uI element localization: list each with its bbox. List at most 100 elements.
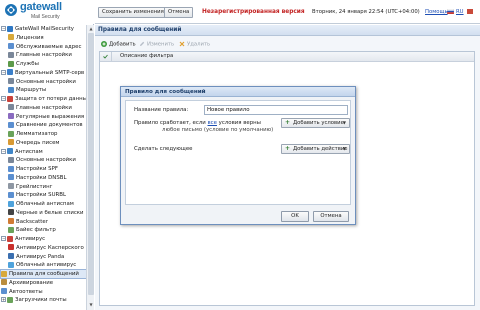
backscatter-icon bbox=[8, 218, 14, 224]
page-title: Правила для сообщений bbox=[95, 25, 480, 36]
collapse-icon[interactable]: − bbox=[1, 69, 6, 75]
cancel-button[interactable]: Отмена bbox=[164, 7, 194, 18]
sidebar-item[interactable]: Главные настройки bbox=[8, 51, 86, 59]
edit-rule-button[interactable]: Изменить bbox=[139, 41, 174, 49]
sidebar-item[interactable]: Настройки DNSBL bbox=[8, 174, 86, 182]
address-icon bbox=[8, 43, 14, 49]
save-changes-button[interactable]: Сохранить изменения bbox=[98, 7, 168, 18]
sidebar-item[interactable]: Грейлистинг bbox=[8, 183, 86, 191]
delete-rule-button[interactable]: Удалить bbox=[179, 41, 210, 49]
trigger-prefix: Правило сработает, если bbox=[134, 120, 208, 126]
logo-wordmark: gatewall bbox=[20, 1, 62, 13]
sidebar-item-label: Лемматизатор bbox=[16, 131, 58, 137]
sidebar-item[interactable]: Основные настройки bbox=[8, 156, 86, 164]
regex-icon bbox=[8, 113, 14, 119]
sidebar-item[interactable]: Антивирус Panda bbox=[8, 253, 86, 261]
sidebar-item-label: Загрузчики почты bbox=[15, 297, 67, 304]
routes-icon bbox=[8, 86, 14, 93]
sidebar-item-label: Антивирус bbox=[15, 236, 46, 242]
trigger-mode-link[interactable]: все bbox=[208, 120, 217, 126]
collapse-icon[interactable]: − bbox=[1, 26, 6, 31]
datetime-label: Вторник, 24 января 22:54 (UTC+04:00) bbox=[312, 9, 420, 15]
rule-name-label: Название правила: bbox=[134, 107, 189, 113]
sidebar-item[interactable]: − Виртуальный SMTP-серв bbox=[1, 69, 86, 77]
settings-icon bbox=[8, 51, 14, 58]
sidebar-item[interactable]: Автоответы bbox=[1, 288, 86, 296]
sidebar-item[interactable]: + Загрузчики почты bbox=[1, 296, 86, 304]
help-link[interactable]: Помощь bbox=[425, 9, 448, 15]
add-rule-label: Добавить bbox=[109, 41, 136, 48]
surbl-icon bbox=[8, 191, 14, 198]
sidebar-item-label: Виртуальный SMTP-серв bbox=[15, 69, 85, 76]
sidebar-item-label: Основные настройки bbox=[16, 157, 76, 164]
sidebar-item[interactable]: Антивирус Касперского bbox=[8, 244, 86, 252]
rules-toolbar: Добавить Изменить Удалить bbox=[95, 39, 480, 49]
greylist-icon bbox=[8, 183, 14, 189]
sidebar-item[interactable]: − Антивирус bbox=[1, 235, 86, 243]
sidebar-item-label: Главные настройки bbox=[16, 52, 72, 59]
sidebar-item[interactable]: Настройки SURBL bbox=[8, 191, 86, 199]
description-column-header[interactable]: Описание фильтра bbox=[114, 52, 474, 61]
sidebar-item[interactable]: Основные настройки bbox=[8, 78, 86, 86]
sidebar-item[interactable]: Байес фильтр bbox=[8, 226, 86, 234]
add-action-label: Добавить действие bbox=[293, 146, 348, 152]
sidebar-item[interactable]: Главные настройки bbox=[8, 104, 86, 112]
sidebar-item[interactable]: Облачный антиспам bbox=[8, 200, 86, 208]
sidebar-item[interactable]: Настройки SPF bbox=[8, 165, 86, 173]
sidebar-item[interactable]: Облачный антивирус bbox=[8, 261, 86, 269]
sidebar-item[interactable]: Лицензия bbox=[8, 34, 86, 42]
dlp-icon bbox=[7, 95, 13, 102]
add-condition-label: Добавить условие bbox=[293, 120, 344, 126]
language-link[interactable]: RU bbox=[456, 9, 464, 15]
collapse-icon[interactable]: − bbox=[1, 148, 6, 154]
scroll-down-icon[interactable]: ▼ bbox=[88, 302, 94, 308]
app-window: gatewall Mail Security − GateWall MailSec… bbox=[0, 0, 480, 310]
add-condition-button[interactable]: + Добавить условие ▼ bbox=[281, 118, 350, 128]
sidebar-item[interactable]: Лемматизатор bbox=[8, 130, 86, 138]
enabled-column-header[interactable] bbox=[100, 52, 112, 61]
sidebar-item-label: Регулярные выражения bbox=[16, 113, 85, 120]
kaspersky-icon bbox=[8, 244, 14, 251]
sidebar-item-label: Черные и белые списки bbox=[16, 209, 84, 216]
sidebar: gatewall Mail Security − GateWall MailSec… bbox=[0, 0, 94, 310]
sidebar-item-label: Backscatter bbox=[16, 218, 48, 225]
sidebar-item[interactable]: Сравнение документов bbox=[8, 121, 86, 129]
queue-icon bbox=[8, 139, 14, 146]
exit-icon[interactable] bbox=[467, 9, 473, 14]
dnsbl-icon bbox=[8, 174, 14, 181]
sidebar-item[interactable]: Черные и белые списки bbox=[8, 209, 86, 217]
collapse-icon[interactable]: − bbox=[1, 236, 6, 241]
sidebar-item[interactable]: Архивирование bbox=[1, 279, 86, 287]
sidebar-item-label: Облачный антиспам bbox=[16, 201, 74, 207]
trigger-label: Правило сработает, если все условия верн… bbox=[134, 120, 261, 126]
sidebar-item[interactable]: Маршруты bbox=[8, 86, 86, 94]
services-icon bbox=[8, 60, 14, 67]
sidebar-item[interactable]: − Защита от потери данных bbox=[1, 95, 86, 103]
sidebar-item[interactable]: Правила для сообщений bbox=[0, 269, 86, 279]
sidebar-item[interactable]: Backscatter bbox=[8, 218, 86, 226]
sidebar-item-label: Грейлистинг bbox=[16, 183, 53, 190]
autoreply-icon bbox=[1, 288, 7, 294]
ok-button[interactable]: OK bbox=[281, 211, 309, 222]
sidebar-item[interactable]: Службы bbox=[8, 60, 86, 68]
chevron-down-icon: ▼ bbox=[342, 146, 346, 151]
expand-icon[interactable]: + bbox=[1, 297, 6, 303]
sidebar-item[interactable]: − GateWall MailSecurity bbox=[1, 25, 86, 33]
panda-icon bbox=[8, 253, 14, 259]
scroll-up-icon[interactable]: ▲ bbox=[88, 26, 94, 32]
sidebar-item[interactable]: Регулярные выражения bbox=[8, 113, 86, 121]
sidebar-scrollbar[interactable]: ▲ ▼ bbox=[86, 25, 94, 310]
add-rule-button[interactable]: Добавить bbox=[101, 41, 136, 49]
scrollbar-thumb[interactable] bbox=[88, 33, 94, 295]
dialog-title[interactable]: Правило для сообщений bbox=[121, 87, 355, 97]
add-action-button[interactable]: + Добавить действие ▼ bbox=[281, 144, 350, 154]
sidebar-item-label: Байес фильтр bbox=[16, 227, 56, 234]
collapse-icon[interactable]: − bbox=[1, 96, 6, 101]
sidebar-item[interactable]: Очередь писем bbox=[8, 139, 86, 147]
dialog-cancel-button[interactable]: Отмена bbox=[313, 211, 349, 222]
rule-name-input[interactable] bbox=[204, 105, 348, 115]
unregistered-notice[interactable]: Незарегистрированная версия bbox=[202, 9, 305, 15]
sidebar-item[interactable]: Обслуживаемые адрес bbox=[8, 43, 86, 51]
sidebar-item[interactable]: − Антиспам bbox=[1, 148, 86, 156]
sidebar-item-label: Лицензия bbox=[16, 34, 44, 41]
